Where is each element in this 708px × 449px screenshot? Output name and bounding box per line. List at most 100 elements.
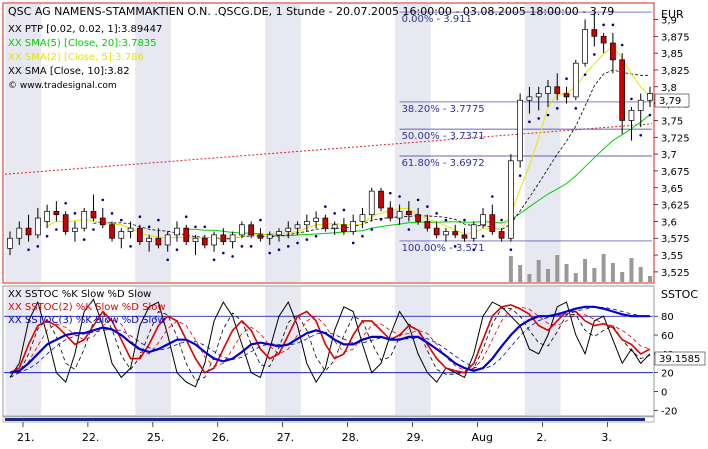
candle-body — [637, 99, 644, 111]
candle-body — [619, 59, 626, 121]
candle-body — [220, 234, 227, 242]
sar-dot — [555, 107, 559, 110]
fib-label: 100.00% - 3.571 — [402, 243, 485, 254]
candle-body — [164, 234, 171, 246]
legend-sstoc-3: XX SSTOC(3) %K Slow %D Slow — [8, 315, 166, 326]
sar-dot — [175, 248, 179, 251]
candle-body — [53, 210, 60, 216]
y-tick-label: 3,7 — [661, 150, 677, 161]
candle-body — [146, 237, 152, 242]
candle-body — [322, 217, 329, 229]
volume-bar — [620, 272, 625, 282]
candle-body — [545, 86, 551, 94]
sar-dot — [546, 113, 550, 117]
sar-dot — [45, 234, 49, 238]
oscillator-axis-title: SSTOC — [661, 288, 698, 301]
candle-body — [90, 210, 97, 219]
sar-dot — [528, 120, 531, 124]
candle-body — [647, 93, 653, 101]
y-tick-label: 3,875 — [661, 32, 690, 43]
legend-sstoc-2: XX SSTOC(2) %K Slow %D Slow — [8, 302, 166, 313]
y-tick-label: 80 — [661, 312, 674, 323]
candle-body — [99, 217, 106, 226]
volume-bar — [592, 268, 597, 282]
candle-body — [276, 231, 282, 236]
chart-canvas: 0.00% - 3.91138.20% - 3.777550.00% - 3.7… — [2, 2, 706, 444]
sar-dot — [240, 245, 244, 248]
sar-dot — [453, 245, 457, 248]
sar-dot — [129, 245, 132, 248]
navigator-thumb — [5, 418, 645, 421]
candle-body — [424, 221, 431, 229]
x-tick-label: 21. — [17, 431, 35, 444]
sar-dot — [286, 245, 290, 248]
candle-body — [303, 221, 310, 226]
y-tick-label: 60 — [661, 331, 674, 342]
sar-dot — [407, 228, 411, 231]
sar-dot — [157, 218, 160, 222]
day-band — [394, 287, 431, 415]
sar-dot — [611, 23, 615, 27]
chart-title: QSC AG NAMENS-STAMMAKTIEN O.N. .QSCG.DE,… — [8, 5, 614, 18]
sar-dot — [194, 225, 197, 229]
sar-dot — [92, 228, 95, 231]
candle-body — [34, 217, 41, 236]
sar-dot — [472, 248, 476, 251]
candle-body — [572, 62, 579, 98]
x-tick-label: 3. — [601, 431, 612, 444]
day-band — [524, 287, 561, 415]
sar-dot — [583, 73, 587, 76]
sar-dot — [203, 225, 207, 229]
legend-sma-10: XX SMA [Close, 10]:3.82 — [8, 66, 130, 77]
candle-body — [7, 237, 13, 249]
candle-body — [118, 231, 125, 239]
candle-body — [443, 231, 449, 236]
candle-body — [517, 99, 523, 162]
candle-body — [535, 93, 542, 98]
day-band — [524, 4, 561, 282]
sar-dot — [64, 201, 67, 205]
sar-dot — [463, 218, 466, 222]
sar-dot — [305, 238, 309, 241]
sar-dot — [491, 195, 494, 198]
candle-body — [554, 86, 561, 94]
sar-dot — [370, 228, 374, 231]
y-tick-label: 0 — [661, 387, 667, 398]
y-tick-label: -20 — [661, 406, 677, 417]
volume-bar — [536, 260, 541, 282]
legend-ptp: XX PTP [0.02, 0.02, 1]:3.89447 — [8, 24, 162, 35]
chart-window: 0.00% - 3.911 38.20% - 3.7775 50.00% - 3.7… — [0, 0, 708, 445]
candle-body — [341, 224, 347, 232]
y-tick-label: 3,675 — [661, 167, 690, 178]
sar-dot — [82, 238, 86, 241]
candle-body — [433, 227, 440, 236]
sar-dot — [333, 212, 336, 215]
candle-body — [470, 224, 477, 239]
sar-dot — [416, 198, 420, 202]
sar-dot — [435, 212, 438, 215]
candle-body — [257, 234, 264, 239]
candle-body — [285, 227, 292, 232]
sar-dot — [593, 53, 596, 56]
candle-body — [582, 29, 588, 64]
candle-body — [192, 237, 199, 242]
sar-dot — [212, 258, 216, 262]
candle-body — [452, 231, 459, 236]
fib-label: 38.20% - 3.7775 — [402, 104, 485, 115]
sar-dot — [639, 133, 643, 137]
candle-body — [591, 29, 598, 37]
candle-body — [25, 227, 32, 236]
day-band — [265, 4, 301, 282]
y-tick-label: 3,6 — [661, 217, 677, 228]
x-tick-label: 28. — [342, 431, 360, 444]
sar-dot — [574, 107, 578, 110]
volume-bar — [545, 269, 550, 282]
sar-dot — [500, 218, 503, 222]
volume-bar — [555, 255, 560, 282]
candle-body — [350, 221, 357, 232]
sar-dot — [55, 228, 58, 231]
candle-body — [137, 227, 143, 242]
sar-dot — [444, 218, 448, 222]
candle-body — [248, 224, 255, 236]
candle-body — [359, 214, 366, 222]
